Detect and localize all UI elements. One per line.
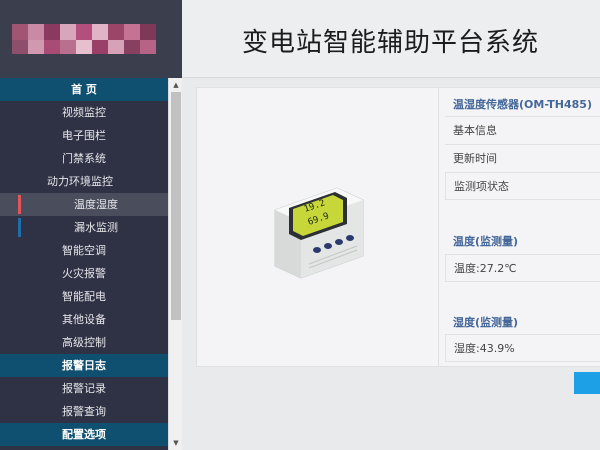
logo-mosaic xyxy=(12,24,156,54)
device-image-box: 19.2 69.9 xyxy=(197,88,439,366)
humidity-heading: 湿度(监测量) xyxy=(453,316,519,329)
sidebar-item-label: 漏水监测 xyxy=(74,221,118,234)
scroll-up-arrow-icon[interactable]: ▲ xyxy=(169,78,182,92)
sidebar-item-marker xyxy=(18,218,21,237)
sidebar-item-label: 配置选项 xyxy=(62,428,106,441)
thermo-hygrometer-device-image: 19.2 69.9 xyxy=(274,187,364,279)
sidebar-item-label: 首 页 xyxy=(71,83,97,96)
humidity-value: 湿度:43.9% xyxy=(445,334,600,362)
sidebar-item-label: 视频监控 xyxy=(62,106,106,119)
sidebar-scrollbar[interactable]: ▲ ▼ xyxy=(168,78,182,450)
sidebar-item-label: 报警日志 xyxy=(62,359,106,372)
sensor-title: 温湿度传感器(OM-TH485) xyxy=(453,98,592,111)
sidebar-item-label: 智能配电 xyxy=(62,290,106,303)
sidebar-section-0[interactable]: 首 页 xyxy=(0,78,168,101)
sidebar-item-label: 其他设备 xyxy=(62,313,106,326)
scroll-down-arrow-icon[interactable]: ▼ xyxy=(169,436,182,450)
sensor-panel: 19.2 69.9 温湿度传感器(OM-TH485) 基本信息 更新时间 监测项… xyxy=(196,87,600,367)
sidebar-item-7[interactable]: 智能空调 xyxy=(0,239,168,262)
sidebar-item-label: 火灾报警 xyxy=(62,267,106,280)
sidebar-item-5[interactable]: 温度湿度 xyxy=(0,193,168,216)
sidebar-item-label: 报警查询 xyxy=(62,405,106,418)
scrollbar-thumb[interactable] xyxy=(171,92,181,320)
sidebar-item-2[interactable]: 电子围栏 xyxy=(0,124,168,147)
page-title: 变电站智能辅助平台系统 xyxy=(242,28,540,58)
sidebar-item-10[interactable]: 其他设备 xyxy=(0,308,168,331)
sidebar-item-label: 高级控制 xyxy=(62,336,106,349)
sidebar-item-label: 温度湿度 xyxy=(74,198,118,211)
temperature-heading: 温度(监测量) xyxy=(453,235,519,248)
sidebar-item-label: 报警记录 xyxy=(62,382,106,395)
info-row-update-time: 更新时间 xyxy=(445,144,600,172)
logo xyxy=(0,0,182,78)
sidebar-item-8[interactable]: 火灾报警 xyxy=(0,262,168,285)
sidebar-item-3[interactable]: 门禁系统 xyxy=(0,147,168,170)
sidebar-item-13[interactable]: 报警记录 xyxy=(0,377,168,400)
sidebar-item-9[interactable]: 智能配电 xyxy=(0,285,168,308)
sidebar-item-label: 电子围栏 xyxy=(62,129,106,142)
action-button[interactable] xyxy=(574,372,600,394)
sidebar-item-11[interactable]: 高级控制 xyxy=(0,331,168,354)
info-row-basic: 基本信息 xyxy=(445,116,600,144)
sidebar-item-label: 智能空调 xyxy=(62,244,106,257)
top-header: 变电站智能辅助平台系统 xyxy=(182,0,600,78)
temperature-value: 温度:27.2℃ xyxy=(445,254,600,282)
info-row-status: 监测项状态 xyxy=(445,172,600,200)
main-content: 19.2 69.9 温湿度传感器(OM-TH485) 基本信息 更新时间 监测项… xyxy=(182,78,600,450)
sidebar-item-marker xyxy=(18,195,21,214)
sidebar-item-4[interactable]: 动力环境监控 xyxy=(0,170,168,193)
sidebar-item-label: 门禁系统 xyxy=(62,152,106,165)
sidebar: 首 页视频监控电子围栏门禁系统动力环境监控温度湿度漏水监测智能空调火灾报警智能配… xyxy=(0,78,182,450)
sidebar-item-label: 动力环境监控 xyxy=(47,175,113,188)
sensor-info: 温湿度传感器(OM-TH485) 基本信息 更新时间 监测项状态 温度(监测量)… xyxy=(445,88,600,366)
sidebar-item-6[interactable]: 漏水监测 xyxy=(0,216,168,239)
sidebar-item-14[interactable]: 报警查询 xyxy=(0,400,168,423)
sidebar-section-12[interactable]: 报警日志 xyxy=(0,354,168,377)
sidebar-section-15[interactable]: 配置选项 xyxy=(0,423,168,446)
sidebar-menu: 首 页视频监控电子围栏门禁系统动力环境监控温度湿度漏水监测智能空调火灾报警智能配… xyxy=(0,78,168,446)
sidebar-item-1[interactable]: 视频监控 xyxy=(0,101,168,124)
